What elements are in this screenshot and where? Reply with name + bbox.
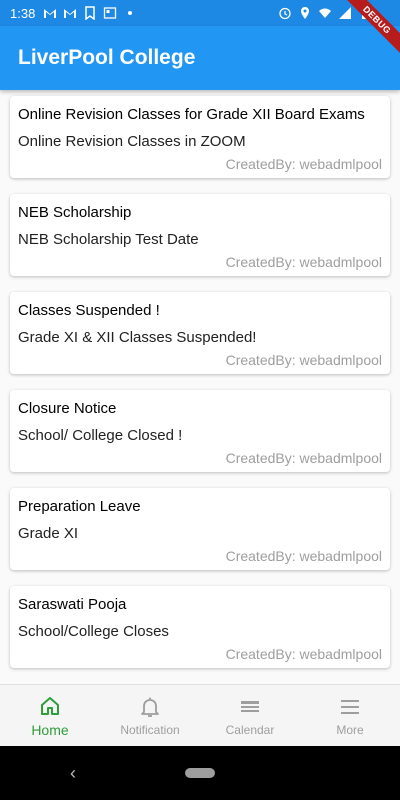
notice-subtitle: NEB Scholarship Test Date xyxy=(18,231,199,248)
notice-subtitle: Online Revision Classes in ZOOM xyxy=(18,133,246,150)
notice-author: CreatedBy: webadmlpool xyxy=(225,548,382,564)
notice-author: CreatedBy: webadmlpool xyxy=(225,450,382,466)
nav-label-notification: Notification xyxy=(120,722,180,737)
notice-subtitle: Grade XI xyxy=(18,525,79,542)
home-pill-button[interactable] xyxy=(185,768,215,778)
notice-title: NEB Scholarship xyxy=(18,204,132,221)
bell-icon xyxy=(141,697,159,717)
notification-icons xyxy=(43,6,137,20)
app-bar: LiverPool College xyxy=(0,26,400,90)
back-icon[interactable]: ‹ xyxy=(70,763,76,784)
nav-label-calendar: Calendar xyxy=(225,722,275,737)
bookmark-icon xyxy=(85,6,96,20)
nav-item-notification[interactable]: Notification xyxy=(100,685,200,746)
alarm-icon xyxy=(279,7,291,20)
notice-card[interactable]: Saraswati Pooja School/College Closes Cr… xyxy=(10,586,390,668)
bottom-navigation: Home Notification Calendar More xyxy=(0,684,400,746)
news-icon xyxy=(104,7,117,19)
notice-subtitle: School/ College Closed ! xyxy=(18,427,183,444)
location-icon xyxy=(301,7,309,19)
notice-card[interactable]: Closure Notice School/ College Closed ! … xyxy=(10,390,390,472)
wifi-icon xyxy=(319,8,331,18)
notice-title: Classes Suspended ! xyxy=(18,302,160,319)
nav-item-home[interactable]: Home xyxy=(0,685,100,746)
notice-title: Online Revision Classes for Grade XII Bo… xyxy=(18,106,365,123)
notice-author: CreatedBy: webadmlpool xyxy=(225,156,382,172)
notice-card[interactable]: NEB Scholarship NEB Scholarship Test Dat… xyxy=(10,194,390,276)
notice-subtitle: School/College Closes xyxy=(18,623,169,640)
signal-icon xyxy=(339,7,351,19)
notice-card[interactable]: Preparation Leave Grade XI CreatedBy: we… xyxy=(10,488,390,570)
gmail-icon xyxy=(44,9,57,18)
nav-label-home: Home xyxy=(31,721,69,738)
notice-card[interactable]: Classes Suspended ! Grade XI & XII Class… xyxy=(10,292,390,374)
dot-icon xyxy=(128,11,133,15)
app-title: LiverPool College xyxy=(18,46,196,69)
notice-card[interactable]: Online Revision Classes for Grade XII Bo… xyxy=(10,96,390,178)
menu-icon xyxy=(341,699,359,714)
battery-icon xyxy=(362,6,368,19)
notice-list: Online Revision Classes for Grade XII Bo… xyxy=(10,96,390,684)
notice-title: Saraswati Pooja xyxy=(18,596,127,613)
notice-title: Preparation Leave xyxy=(18,498,141,515)
notice-author: CreatedBy: webadmlpool xyxy=(225,254,382,270)
notice-title: Closure Notice xyxy=(18,400,117,417)
home-icon xyxy=(41,696,59,715)
notice-author: CreatedBy: webadmlpool xyxy=(225,646,382,662)
notice-author: CreatedBy: webadmlpool xyxy=(225,352,382,368)
system-navigation-bar: ‹ xyxy=(0,746,400,800)
gmail-icon xyxy=(64,9,77,18)
nav-label-more: More xyxy=(336,722,364,737)
calendar-icon xyxy=(241,700,259,712)
nav-item-more[interactable]: More xyxy=(300,685,400,746)
nav-item-calendar[interactable]: Calendar xyxy=(200,685,300,746)
notice-subtitle: Grade XI & XII Classes Suspended! xyxy=(18,329,257,346)
status-time: 1:38 xyxy=(10,5,36,21)
system-icons xyxy=(278,6,372,20)
status-bar: 1:38 xyxy=(0,0,400,26)
